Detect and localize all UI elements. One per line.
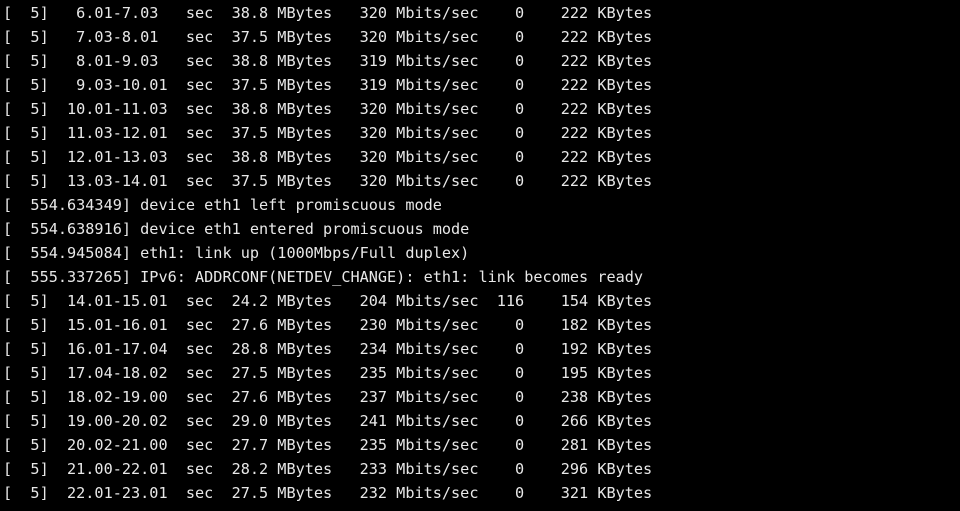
terminal-line: [ 5] 20.02-21.00 sec 27.7 MBytes 235 Mbi…: [3, 436, 653, 454]
kernel-log-line: [ 554.638916] device eth1 entered promis…: [3, 220, 470, 238]
terminal-line: [ 5] 21.00-22.01 sec 28.2 MBytes 233 Mbi…: [3, 460, 653, 478]
terminal-line: [ 5] 14.01-15.01 sec 24.2 MBytes 204 Mbi…: [3, 292, 653, 310]
terminal-line: [ 5] 18.02-19.00 sec 27.6 MBytes 237 Mbi…: [3, 388, 653, 406]
terminal-line: [ 5] 11.03-12.01 sec 37.5 MBytes 320 Mbi…: [3, 124, 653, 142]
terminal-line: [ 5] 9.03-10.01 sec 37.5 MBytes 319 Mbit…: [3, 76, 653, 94]
terminal-line: [ 5] 15.01-16.01 sec 27.6 MBytes 230 Mbi…: [3, 316, 653, 334]
terminal-line: [ 5] 13.03-14.01 sec 37.5 MBytes 320 Mbi…: [3, 172, 653, 190]
terminal-window[interactable]: [ 5] 6.01-7.03 sec 38.8 MBytes 320 Mbits…: [0, 0, 960, 511]
terminal-line: [ 5] 8.01-9.03 sec 38.8 MBytes 319 Mbits…: [3, 52, 653, 70]
terminal-line: [ 5] 12.01-13.03 sec 38.8 MBytes 320 Mbi…: [3, 148, 653, 166]
terminal-line: [ 5] 22.01-23.01 sec 27.5 MBytes 232 Mbi…: [3, 484, 653, 502]
terminal-line: [ 5] 16.01-17.04 sec 28.8 MBytes 234 Mbi…: [3, 340, 653, 358]
terminal-line: [ 5] 19.00-20.02 sec 29.0 MBytes 241 Mbi…: [3, 412, 653, 430]
kernel-log-line: [ 554.634349] device eth1 left promiscuo…: [3, 196, 442, 214]
terminal-line: [ 5] 17.04-18.02 sec 27.5 MBytes 235 Mbi…: [3, 364, 653, 382]
terminal-line: [ 5] 10.01-11.03 sec 38.8 MBytes 320 Mbi…: [3, 100, 653, 118]
kernel-log-line: [ 554.945084] eth1: link up (1000Mbps/Fu…: [3, 244, 470, 262]
terminal-line: [ 5] 7.03-8.01 sec 37.5 MBytes 320 Mbits…: [3, 28, 653, 46]
terminal-line: [ 5] 6.01-7.03 sec 38.8 MBytes 320 Mbits…: [3, 4, 653, 22]
kernel-log-line: [ 555.337265] IPv6: ADDRCONF(NETDEV_CHAN…: [3, 268, 644, 286]
